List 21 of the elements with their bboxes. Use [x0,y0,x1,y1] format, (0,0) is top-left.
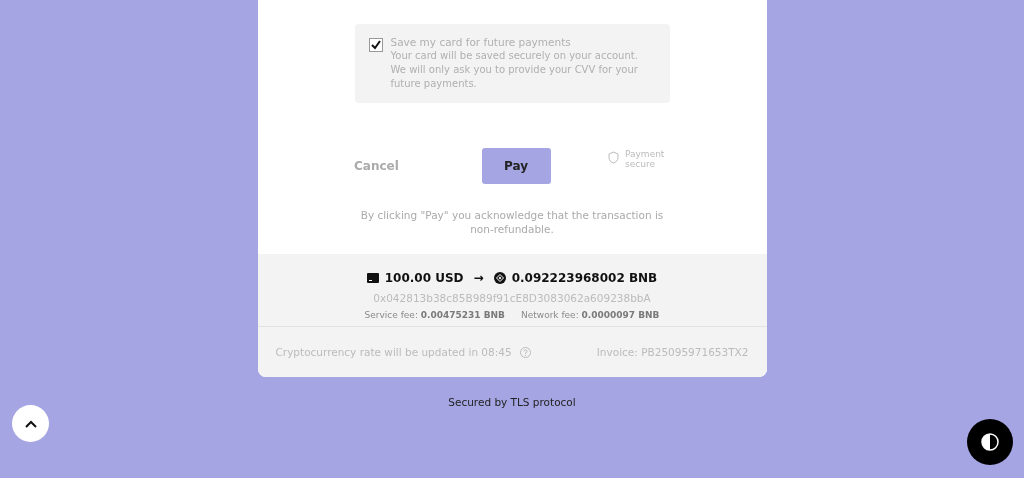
disclaimer-text: By clicking "Pay" you acknowledge that the transaction is non-refundable. [359,208,665,236]
chevron-up-icon [24,419,37,428]
save-card-description: Your card will be saved securely on your account. We will only ask you to provide your CVV for your future payments. [390,49,639,91]
card-icon [366,273,379,283]
fee-text: Service fee: 0.00475231 BNB [364,310,505,320]
security-note: Secured by TLS protocol [448,396,576,408]
save-card-label: Save my card for future payments [390,36,572,49]
contrast-icon [981,433,999,451]
pay-button[interactable]: Pay [481,148,551,184]
wallet-address: 0x042813b38c85B989f91cE8D3083062a609238bbA [373,292,651,304]
shield-icon [608,151,619,164]
theme-toggle-button[interactable] [967,419,1013,465]
fiat-amount: 100.00 USD [384,271,464,285]
fee-text: Network fee: 0.0000097 BNB [520,310,660,320]
scroll-top-button[interactable] [12,405,49,442]
save-card-checkbox[interactable] [368,38,383,52]
arrow-glyph: → [473,271,484,285]
crypto-amount: 0.092223968002 BNB [511,271,658,285]
coin-icon [493,272,506,284]
payment-secure-label: Payment secure [625,149,666,169]
invoice-number: Invoice: PB25095971653TX2 [596,346,749,358]
